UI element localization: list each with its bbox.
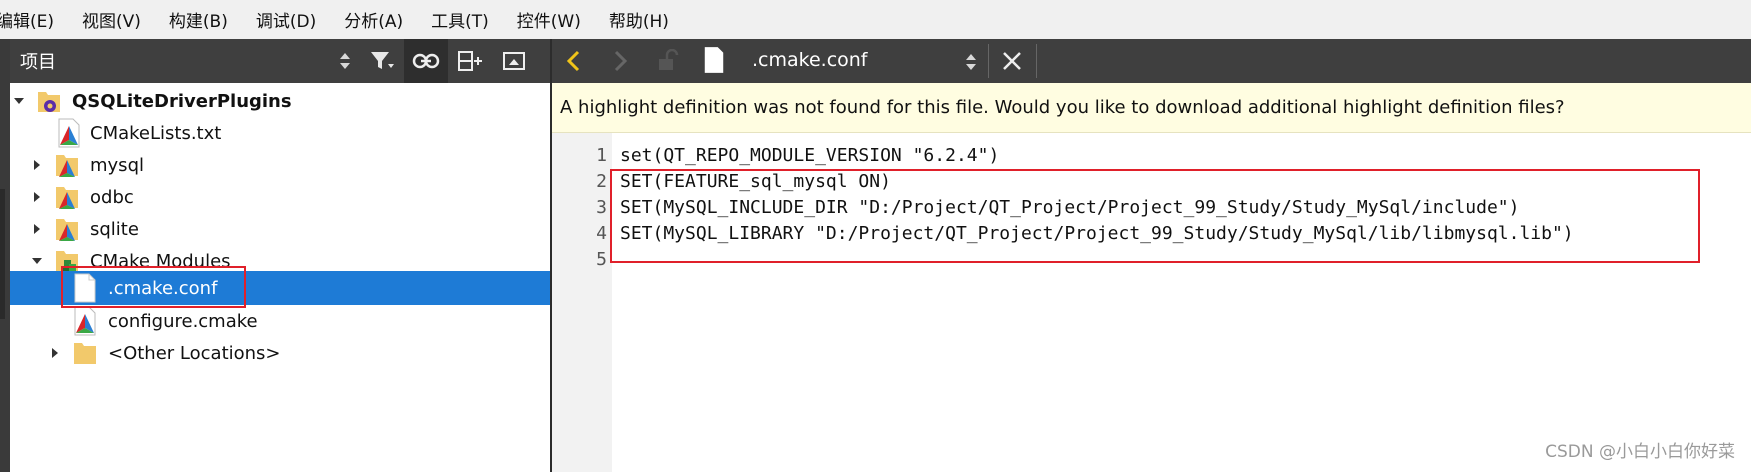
collapsed-arrow-icon[interactable]	[32, 224, 42, 234]
expanded-arrow-icon[interactable]	[32, 256, 42, 266]
annotation-box	[61, 266, 246, 308]
line-number: 3	[596, 197, 607, 218]
collapsed-arrow-icon[interactable]	[50, 348, 60, 358]
tree-row-sqlite[interactable]: sqlite	[10, 211, 551, 247]
menu-view[interactable]: 视图(V)	[68, 7, 155, 32]
tree-item-label: QSQLiteDriverPlugins	[72, 90, 292, 112]
cmake-file-icon	[58, 118, 80, 148]
file-icon	[704, 47, 724, 73]
tree-row-other-locations[interactable]: <Other Locations>	[10, 335, 551, 371]
cmake-folder-icon	[56, 155, 78, 177]
menu-widgets[interactable]: 控件(W)	[503, 7, 595, 32]
code-line[interactable]: set(QT_REPO_MODULE_VERSION "6.2.4")	[620, 145, 999, 166]
tree-item-label: mysql	[90, 154, 144, 176]
annotation-box	[610, 169, 1700, 263]
menu-help[interactable]: 帮助(H)	[595, 7, 683, 32]
forward-arrow-icon[interactable]	[610, 49, 630, 73]
filter-icon[interactable]	[360, 39, 404, 83]
tree-row-odbc[interactable]: odbc	[10, 179, 551, 215]
left-edge-bar	[0, 39, 10, 472]
link-with-editor-icon[interactable]	[404, 39, 448, 83]
editor-toolbar: .cmake.conf	[552, 39, 1751, 83]
projects-toolbar: 项目	[10, 39, 551, 83]
editor-file-name[interactable]: .cmake.conf	[752, 49, 868, 71]
collapsed-arrow-icon[interactable]	[32, 192, 42, 202]
tree-row-cmakelists[interactable]: CMakeLists.txt	[10, 115, 551, 151]
lock-icon[interactable]	[656, 49, 680, 73]
line-number: 5	[596, 249, 607, 270]
menu-build[interactable]: 构建(B)	[155, 7, 242, 32]
menu-debug[interactable]: 调试(D)	[242, 7, 330, 32]
cmake-folder-icon	[56, 219, 78, 241]
cmake-file-icon	[74, 306, 96, 336]
info-message: A highlight definition was not found for…	[560, 97, 1565, 118]
watermark: CSDN @小白小白你好菜	[1545, 442, 1735, 462]
tree-item-label: CMakeLists.txt	[90, 122, 222, 144]
menu-analyze[interactable]: 分析(A)	[330, 7, 417, 32]
menu-tools[interactable]: 工具(T)	[417, 7, 503, 32]
close-document-icon[interactable]	[1000, 49, 1024, 73]
collapsed-arrow-icon[interactable]	[32, 160, 42, 170]
menu-bar: 编辑(E) 视图(V) 构建(B) 调试(D) 分析(A) 工具(T) 控件(W…	[0, 0, 1751, 40]
cmake-folder-icon	[56, 187, 78, 209]
document-selector-icon[interactable]	[964, 51, 978, 73]
tree-row-mysql[interactable]: mysql	[10, 147, 551, 183]
menu-edit[interactable]: 编辑(E)	[0, 7, 68, 32]
cmake-project-icon	[38, 92, 60, 112]
tree-row-project[interactable]: QSQLiteDriverPlugins	[10, 83, 551, 119]
folder-icon	[74, 343, 96, 364]
line-number: 4	[596, 223, 607, 244]
highlight-info-bar: A highlight definition was not found for…	[552, 83, 1751, 133]
tree-item-label: odbc	[90, 186, 134, 208]
tree-item-label: <Other Locations>	[108, 342, 281, 364]
tree-item-label: configure.cmake	[108, 310, 258, 332]
tree-item-label: sqlite	[90, 218, 139, 240]
tree-row-configure-cmake[interactable]: configure.cmake	[10, 303, 551, 339]
line-number: 1	[596, 145, 607, 166]
expanded-arrow-icon[interactable]	[14, 96, 24, 106]
view-selector-icon[interactable]	[330, 39, 360, 83]
projects-title: 项目	[20, 52, 56, 73]
close-sidebar-icon[interactable]	[492, 39, 536, 83]
line-number: 2	[596, 171, 607, 192]
split-add-icon[interactable]	[448, 39, 492, 83]
project-tree: QSQLiteDriverPlugins CMakeLists.txt mysq…	[10, 83, 551, 472]
back-arrow-icon[interactable]	[564, 49, 584, 73]
